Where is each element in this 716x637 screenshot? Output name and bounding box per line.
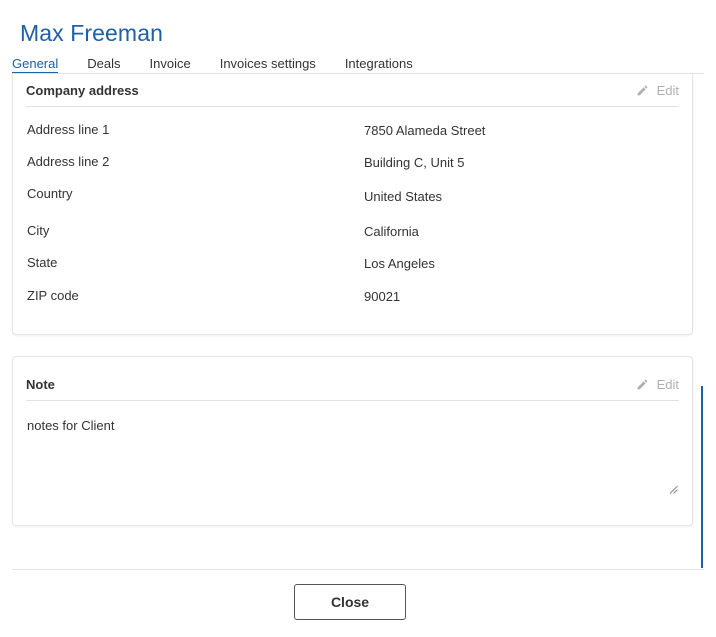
- resize-handle-icon[interactable]: [669, 485, 678, 494]
- note-text[interactable]: notes for Client: [27, 418, 114, 433]
- address-line-1-value: 7850 Alameda Street: [364, 123, 486, 138]
- address-line-1-label: Address line 1: [27, 122, 110, 137]
- company-address-edit-label: Edit: [656, 83, 679, 98]
- tab-bar: General Deals Invoice Invoices settings …: [12, 56, 442, 74]
- zip-code-value: 90021: [364, 289, 401, 304]
- note-edit-label: Edit: [656, 377, 679, 392]
- company-address-card: Company address Edit Address line 1 7850…: [12, 74, 693, 335]
- country-value: United States: [364, 189, 443, 204]
- tab-invoice[interactable]: Invoice: [150, 56, 191, 74]
- note-card: Note Edit notes for Client: [12, 356, 693, 526]
- note-header: Note Edit: [26, 368, 679, 401]
- country-label: Country: [27, 186, 73, 201]
- scrollbar[interactable]: [701, 386, 703, 568]
- tab-deals[interactable]: Deals: [87, 56, 120, 74]
- tab-general[interactable]: General: [12, 56, 59, 74]
- city-value: California: [364, 224, 419, 239]
- state-label: State: [27, 255, 58, 270]
- pencil-icon: [637, 379, 647, 390]
- zip-code-label: ZIP code: [27, 288, 79, 303]
- address-line-2-value: Building C, Unit 5: [364, 155, 465, 170]
- footer-divider: [12, 569, 704, 570]
- company-address-title: Company address: [26, 83, 139, 98]
- note-title: Note: [26, 377, 55, 392]
- city-label: City: [27, 223, 50, 238]
- tab-integrations[interactable]: Integrations: [345, 56, 413, 74]
- company-address-header: Company address Edit: [26, 74, 679, 107]
- close-button[interactable]: Close: [294, 584, 406, 620]
- page-title: Max Freeman: [20, 20, 163, 46]
- company-address-edit-button[interactable]: Edit: [636, 83, 679, 98]
- note-edit-button[interactable]: Edit: [636, 377, 679, 392]
- state-value: Los Angeles: [364, 256, 435, 271]
- tab-invoices-settings[interactable]: Invoices settings: [220, 56, 316, 74]
- pencil-icon: [637, 85, 647, 96]
- address-line-2-label: Address line 2: [27, 154, 110, 169]
